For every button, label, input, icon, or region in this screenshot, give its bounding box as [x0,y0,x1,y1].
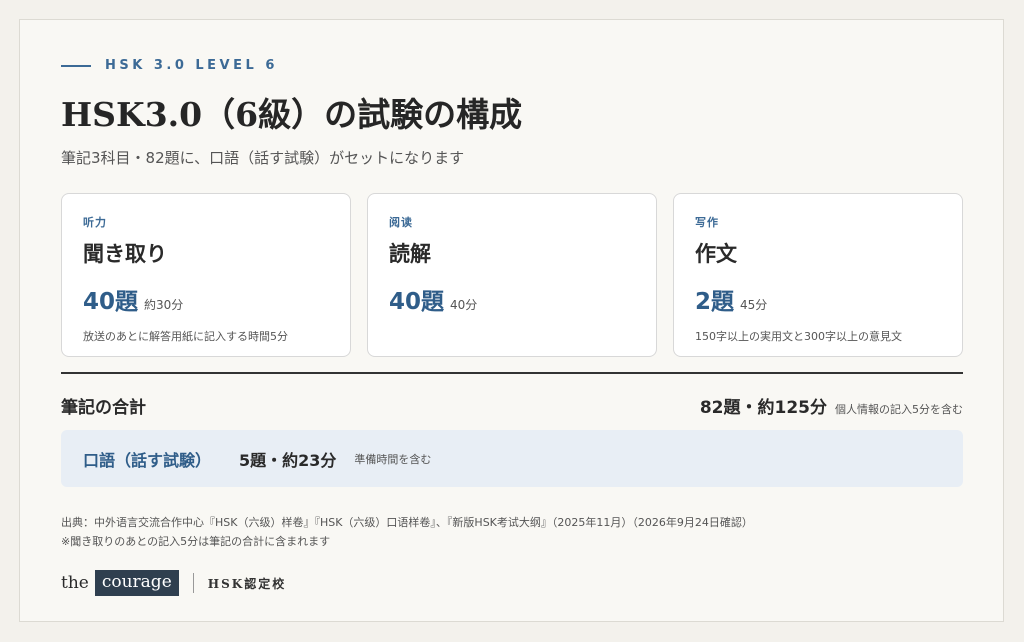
eyebrow: HSK 3.0 LEVEL 6 [61,58,278,73]
card-name: 聞き取り [83,241,167,266]
written-total-summary: 82題・約125分 個人情報の記入5分を含む [700,393,963,418]
source-citation: 出典：中外语言交流合作中心『HSK（六级）样卷』『HSK（六级）口语样卷』、『新… [61,516,753,529]
school-label: HSK認定校 [207,576,287,591]
card-count: 40題 [83,289,139,315]
card-time: 40分 [450,298,478,312]
speaking-test-panel: 口語（話す試験） 5題・約23分 準備時間を含む [61,430,963,487]
eyebrow-text: HSK 3.0 LEVEL 6 [105,58,278,73]
eyebrow-rule [61,64,91,67]
card-category: 阅读 [389,216,413,229]
speaking-note: 準備時間を含む [354,452,432,466]
card-note: 150字以上の実用文と300字以上の意見文 [695,330,902,343]
written-total-label: 筆記の合計 [61,398,146,418]
page-subtitle: 筆記3科目・82題に、口語（話す試験）がセットになります [61,149,465,167]
footer-separator [192,573,194,593]
card-listening: 听力 聞き取り 40題 約30分 放送のあとに解答用紙に記入する時間5分 [61,193,351,357]
card-time: 45分 [740,298,768,312]
card-question-line: 40題 約30分 [83,282,329,316]
footer-branding: the courage HSK認定校 [61,570,286,596]
written-total-note: 個人情報の記入5分を含む [835,403,963,416]
source-footnote: ※聞き取りのあとの記入5分は筆記の合計に含まれます [61,535,331,548]
card-reading: 阅读 読解 40題 40分 [367,193,657,357]
card-name: 作文 [695,241,737,266]
speaking-value: 5題・約23分 [239,450,337,470]
card-category: 写作 [695,216,719,229]
card-question-line: 2題 45分 [695,282,941,316]
card-note: 放送のあとに解答用紙に記入する時間5分 [83,330,288,343]
speaking-name: 口語（話す試験） [83,450,212,470]
source-notes: 出典：中外语言交流合作中心『HSK（六级）样卷』『HSK（六级）口语样卷』、『新… [61,513,753,551]
card-count: 40題 [389,289,445,315]
section-cards: 听力 聞き取り 40題 約30分 放送のあとに解答用紙に記入する時間5分 阅读 … [61,193,963,357]
page-title: HSK3.0（6級）の試験の構成 [61,95,523,134]
card-name: 読解 [389,241,431,266]
card-category: 听力 [83,216,107,229]
section-divider [61,372,963,374]
card-writing: 写作 作文 2題 45分 150字以上の実用文と300字以上の意見文 [673,193,963,357]
written-total-value: 82題・約125分 [699,398,827,418]
card-time: 約30分 [144,298,184,312]
logo-courage: courage [94,570,179,596]
logo-the: the [61,573,89,593]
card-question-line: 40題 40分 [389,282,635,316]
card-count: 2題 [695,289,735,315]
